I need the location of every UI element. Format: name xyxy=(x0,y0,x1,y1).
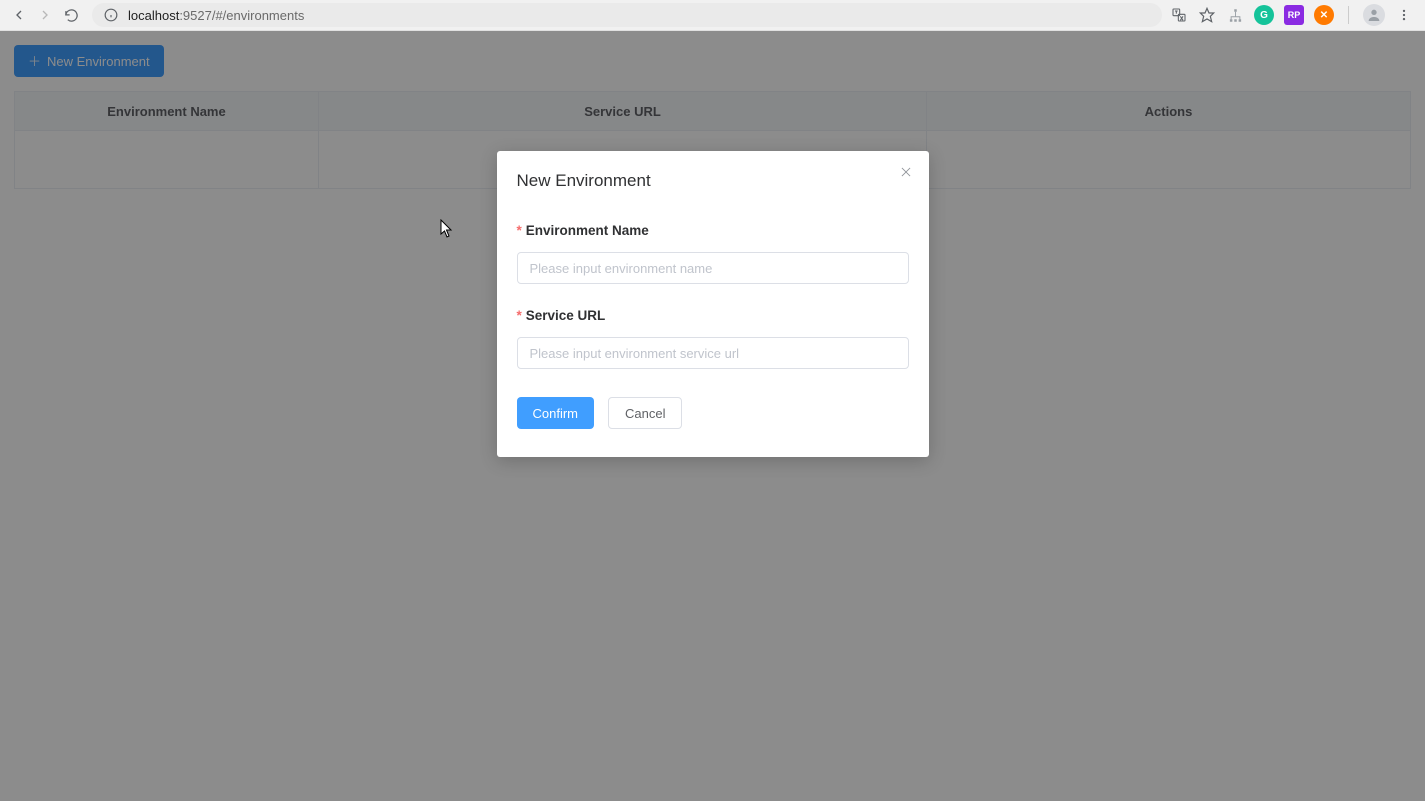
reload-button[interactable] xyxy=(58,2,84,28)
new-environment-dialog: New Environment * Environment Name * Ser… xyxy=(497,151,929,457)
url-host: localhost xyxy=(128,8,179,23)
env-name-label-text: Environment Name xyxy=(526,223,649,238)
extension-orange-icon[interactable]: ✕ xyxy=(1314,5,1334,25)
back-button[interactable] xyxy=(6,2,32,28)
modal-overlay[interactable]: New Environment * Environment Name * Ser… xyxy=(0,31,1425,801)
browser-toolbar: localhost:9527/#/environments G RP ✕ xyxy=(0,0,1425,31)
info-icon xyxy=(102,6,120,24)
service-url-label: * Service URL xyxy=(517,308,909,323)
kebab-menu-icon[interactable] xyxy=(1395,6,1413,24)
dialog-title: New Environment xyxy=(517,171,909,191)
forward-button[interactable] xyxy=(32,2,58,28)
address-bar[interactable]: localhost:9527/#/environments xyxy=(92,3,1162,27)
env-name-label: * Environment Name xyxy=(517,223,909,238)
sitemap-icon[interactable] xyxy=(1226,6,1244,24)
url-path: :9527/#/environments xyxy=(179,8,304,23)
close-button[interactable] xyxy=(899,165,913,179)
service-url-label-text: Service URL xyxy=(526,308,606,323)
extension-grammarly-icon[interactable]: G xyxy=(1254,5,1274,25)
close-icon xyxy=(899,165,913,179)
cancel-button[interactable]: Cancel xyxy=(608,397,682,429)
service-url-input[interactable] xyxy=(517,337,909,369)
star-icon[interactable] xyxy=(1198,6,1216,24)
page-viewport: ＋ New Environment Environment Name Servi… xyxy=(0,31,1425,801)
required-asterisk: * xyxy=(517,308,522,323)
confirm-button[interactable]: Confirm xyxy=(517,397,595,429)
profile-avatar[interactable] xyxy=(1363,4,1385,26)
browser-actions: G RP ✕ xyxy=(1170,4,1419,26)
translate-icon[interactable] xyxy=(1170,6,1188,24)
separator xyxy=(1348,6,1349,24)
env-name-input[interactable] xyxy=(517,252,909,284)
extension-rp-icon[interactable]: RP xyxy=(1284,5,1304,25)
dialog-actions: Confirm Cancel xyxy=(517,397,909,429)
required-asterisk: * xyxy=(517,223,522,238)
